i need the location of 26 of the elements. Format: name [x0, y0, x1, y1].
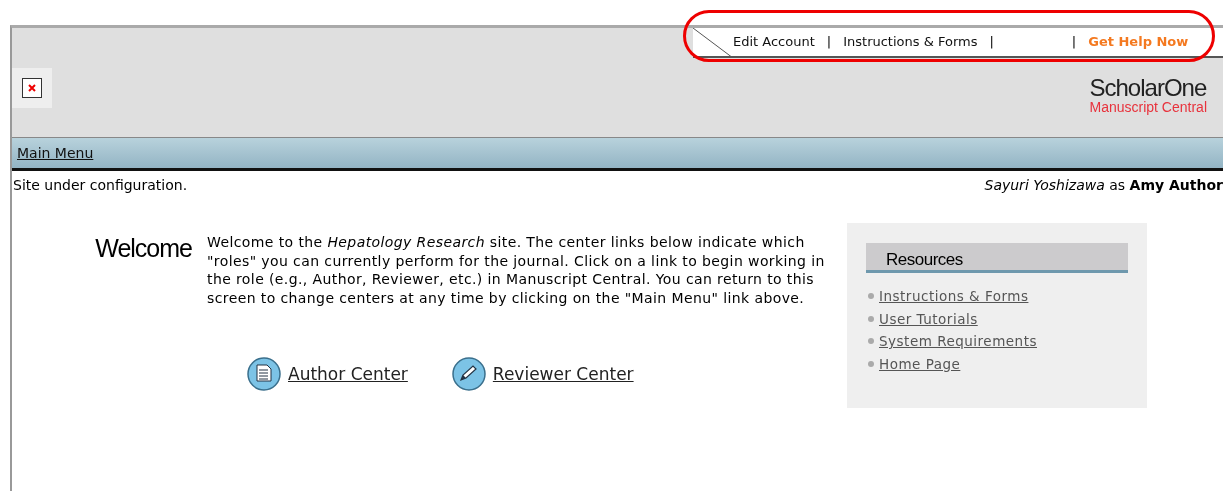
user-info: Sayuri Yoshizawa as Amy Author [984, 176, 1223, 195]
main-menu-link[interactable]: Main Menu [17, 142, 94, 164]
welcome-heading: Welcome [94, 236, 193, 264]
resource-link[interactable]: System Requirements [879, 331, 1037, 352]
pencil-icon [451, 357, 486, 391]
separator-mark: | [1071, 33, 1077, 52]
resource-link[interactable]: User Tutorials [879, 308, 978, 329]
center-link[interactable]: Reviewer Center [492, 363, 634, 385]
resources-title: Resources [866, 243, 1128, 273]
top-link[interactable]: Edit Account [733, 32, 815, 52]
bullet-icon [868, 293, 874, 300]
document-icon [247, 357, 281, 391]
resource-link[interactable]: Home Page [879, 353, 961, 374]
status-message: Site under configuration. [13, 176, 188, 195]
resource-link[interactable]: Instructions & Forms [879, 286, 1029, 307]
bullet-icon [868, 315, 874, 322]
broken-image-icon [22, 78, 42, 98]
logo-subtitle: Manuscript Central [1089, 100, 1207, 116]
bullet-icon [868, 338, 874, 345]
welcome-text: Welcome to the Hepatology Research site. The center links below indicate which "roles" you can currently perform for the journal. Click on a link to begin working in the role (e.g., Author, Reviewer, etc.) in Manuscript Central. You can return to this screen to change centers at any time by clicking on the "Main Menu" link above. [207, 233, 826, 307]
logo-name: ScholarOne [1089, 76, 1207, 100]
separator-mark: | [826, 33, 832, 52]
center-link[interactable]: Author Center [288, 363, 408, 385]
bullet-icon [868, 360, 874, 367]
top-link[interactable]: Instructions & Forms [843, 32, 978, 52]
separator-mark: | [989, 33, 994, 52]
